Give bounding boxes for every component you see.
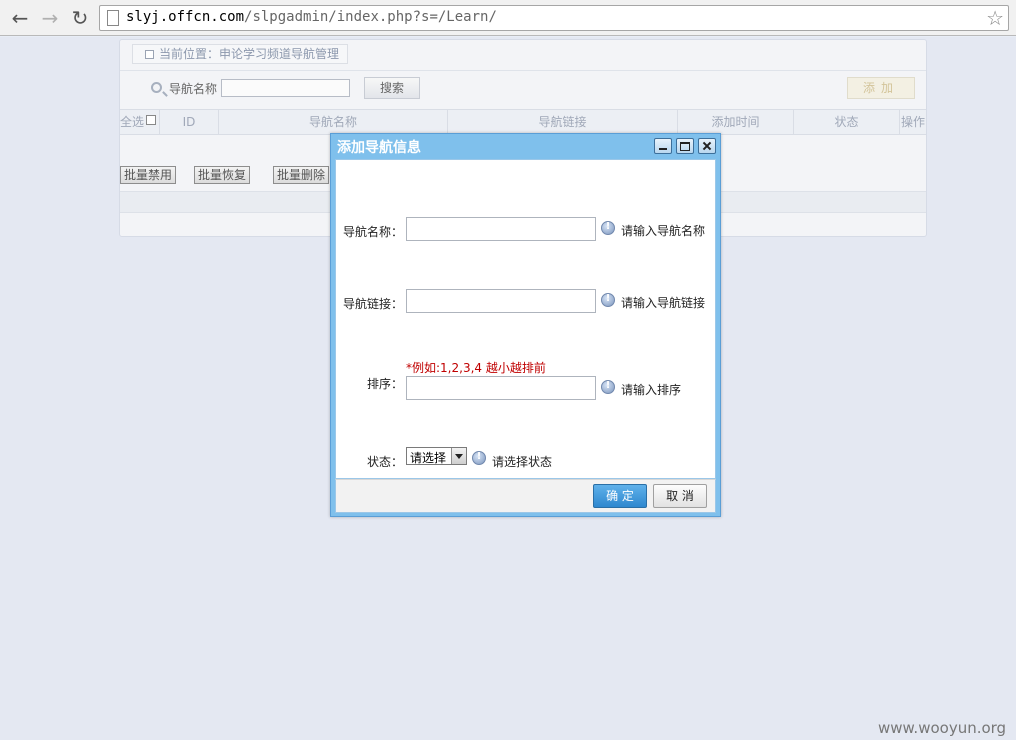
search-row: 导航名称 搜索 添加	[120, 70, 926, 108]
forward-arrow-icon[interactable]: →	[38, 6, 62, 30]
status-select-value: 请选择	[410, 451, 447, 465]
breadcrumb-icon	[145, 50, 154, 59]
search-label: 导航名称	[169, 82, 218, 96]
th-select-all[interactable]: 全选	[120, 110, 160, 134]
url-text[interactable]: slyj.offcn.com/slpgadmin/index.php?s=/Le…	[126, 9, 497, 25]
search-button[interactable]: 搜索	[364, 77, 420, 99]
confirm-button[interactable]: 确 定	[593, 484, 647, 508]
sort-example-text: *例如:1,2,3,4 越小越排前	[406, 361, 546, 375]
nav-name-label: 导航名称：	[342, 225, 403, 239]
th-id: ID	[160, 110, 219, 134]
status-label: 状态：	[366, 455, 403, 469]
batch-delete-button[interactable]: 批量删除	[273, 166, 330, 184]
browser-toolbar: ← → ↻ slyj.offcn.com/slpgadmin/index.php…	[0, 0, 1016, 36]
table-header: 全选 ID 导航名称 导航链接 添加时间 状态 操作	[120, 109, 926, 135]
nav-name-info-icon	[601, 221, 615, 235]
url-host: slyj.offcn.com	[126, 9, 245, 25]
dialog-title: 添加导航信息	[337, 140, 421, 156]
th-actions: 操作	[900, 115, 925, 129]
sort-label: 排序：	[366, 377, 403, 391]
dialog-titlebar[interactable]: 添加导航信息	[335, 134, 716, 159]
breadcrumb-text: 当前位置：申论学习频道导航管理	[159, 47, 340, 61]
th-add-time: 添加时间	[678, 110, 794, 134]
dialog-body: 导航名称： 请输入导航名称 导航链接： 请输入导航链接 *例如:1,2,3,4 …	[335, 159, 716, 479]
nav-link-hint: 请输入导航链接	[621, 296, 706, 310]
watermark: www.wooyun.org	[878, 719, 1007, 737]
bookmark-star-icon[interactable]: ☆	[986, 6, 1004, 30]
url-path: /slpgadmin/index.php?s=/Learn/	[244, 9, 497, 25]
th-status: 状态	[794, 110, 900, 134]
dropdown-arrow-icon[interactable]	[451, 448, 466, 464]
nav-name-input[interactable]	[406, 217, 596, 241]
search-input[interactable]	[221, 79, 350, 97]
select-all-checkbox[interactable]	[146, 115, 156, 125]
sort-info-icon	[601, 380, 615, 394]
breadcrumb: 当前位置：申论学习频道导航管理	[132, 44, 349, 64]
reload-icon[interactable]: ↻	[68, 6, 92, 30]
cancel-button[interactable]: 取 消	[653, 484, 707, 508]
nav-name-hint: 请输入导航名称	[621, 224, 706, 238]
th-nav-link: 导航链接	[448, 110, 678, 134]
minimize-icon[interactable]	[654, 138, 672, 154]
back-arrow-icon[interactable]: ←	[8, 6, 32, 30]
batch-disable-button[interactable]: 批量禁用	[120, 166, 177, 184]
close-icon[interactable]	[698, 138, 716, 154]
batch-restore-button[interactable]: 批量恢复	[194, 166, 251, 184]
nav-link-input[interactable]	[406, 289, 596, 313]
status-select[interactable]: 请选择	[406, 447, 467, 465]
search-icon	[151, 82, 162, 93]
maximize-icon[interactable]	[676, 138, 694, 154]
status-hint: 请选择状态	[492, 455, 553, 469]
status-info-icon	[472, 451, 486, 465]
sort-input[interactable]	[406, 376, 596, 400]
nav-link-label: 导航链接：	[342, 297, 403, 311]
th-select-all-label: 全选	[120, 115, 145, 129]
nav-link-info-icon	[601, 293, 615, 307]
address-bar[interactable]: slyj.offcn.com/slpgadmin/index.php?s=/Le…	[99, 5, 1009, 31]
dialog-footer: 确 定 取 消	[335, 479, 716, 513]
add-button[interactable]: 添加	[847, 77, 915, 99]
th-nav-name: 导航名称	[219, 110, 448, 134]
sort-hint: 请输入排序	[621, 383, 682, 397]
add-nav-dialog: 添加导航信息 导航名称： 请输入导航名称 导航链接： 请输入导航链接 *例如:1…	[330, 133, 721, 517]
page-icon	[107, 10, 119, 26]
